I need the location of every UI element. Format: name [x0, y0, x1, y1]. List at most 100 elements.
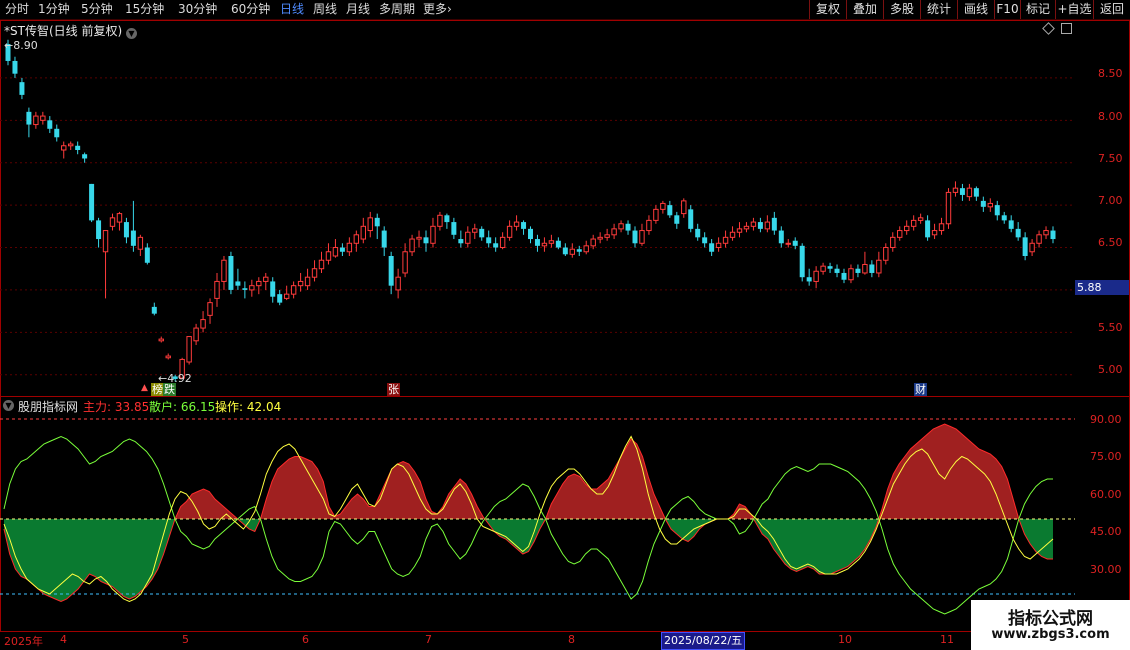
price-tick: 8.00 [1098, 110, 1123, 123]
price-tick: 5.50 [1098, 321, 1123, 334]
candle-body [813, 270, 819, 282]
candle-body [646, 219, 652, 232]
period-more[interactable]: 更多› [423, 1, 452, 18]
candle-body [785, 242, 791, 245]
candle-body [1050, 230, 1056, 240]
candle-body [541, 242, 548, 247]
candle-body [569, 248, 575, 255]
mark-button[interactable]: 标记 [1020, 0, 1055, 19]
watermark-title: 指标公式网 [1008, 609, 1093, 629]
candle-body [667, 205, 673, 216]
candle-body [583, 245, 589, 253]
period-weekly[interactable]: 周线 [313, 1, 337, 18]
candle-body [297, 280, 304, 287]
indicator-tick: 75.00 [1090, 450, 1122, 463]
candle-body [827, 266, 833, 269]
candle-body [465, 231, 471, 244]
candle-body [479, 228, 485, 238]
candle-body [26, 111, 32, 125]
candle-body [1043, 230, 1049, 236]
chevron-right-icon: › [447, 2, 452, 16]
candle-body [437, 214, 443, 227]
overlay-button[interactable]: 叠加 [846, 0, 883, 19]
candle-body [130, 230, 136, 246]
candle-body [102, 230, 109, 253]
candle-body [402, 251, 408, 274]
statistics-button[interactable]: 统计 [920, 0, 957, 19]
candle-body [96, 220, 102, 240]
candle-body [353, 234, 360, 244]
candle-body [158, 338, 164, 342]
candle-body [137, 236, 144, 250]
candle-body [270, 281, 276, 297]
date-label: 11 [940, 633, 954, 646]
candle-body [938, 223, 945, 232]
candle-body [318, 259, 325, 270]
candle-body [715, 242, 722, 249]
date-label: 5 [182, 633, 189, 646]
candle-body [597, 236, 603, 240]
candle-body [493, 243, 499, 248]
candle-body [221, 259, 227, 282]
candle-body [674, 215, 680, 224]
period-60min[interactable]: 60分钟 [231, 1, 270, 18]
candle-body [513, 221, 520, 227]
candle-body [283, 293, 290, 299]
add-watchlist-button[interactable]: +自选 [1055, 0, 1093, 19]
candle-body [89, 183, 95, 221]
indicator-tick: 90.00 [1090, 413, 1122, 426]
candle-body [681, 200, 687, 215]
main-force-above-area [175, 424, 1019, 519]
event-marker-rise[interactable]: 张 [387, 383, 400, 396]
crosshair-date-label: 2025/08/22/五 [661, 632, 746, 650]
candle-body [778, 230, 784, 244]
candle-body [444, 215, 450, 223]
period-more-label: 更多 [423, 2, 448, 16]
price-tick: 6.50 [1098, 236, 1123, 249]
adjust-button[interactable]: 复权 [809, 0, 846, 19]
candle-body [12, 60, 18, 74]
f10-button[interactable]: F10 [994, 0, 1020, 19]
candle-body [736, 228, 743, 233]
event-marker-finance[interactable]: 财 [914, 383, 927, 396]
candle-body [186, 336, 192, 363]
period-multi[interactable]: 多周期 [379, 1, 415, 18]
period-1min[interactable]: 1分钟 [38, 1, 70, 18]
date-label: 6 [302, 633, 309, 646]
candle-body [521, 222, 527, 229]
candle-body [590, 238, 596, 247]
candle-body [917, 217, 924, 221]
period-15min[interactable]: 15分钟 [125, 1, 164, 18]
candle-body [486, 237, 492, 244]
candle-body [33, 115, 39, 126]
indicator-tick: 60.00 [1090, 488, 1122, 501]
candle-body [534, 239, 540, 246]
candle-body [381, 230, 387, 248]
period-monthly[interactable]: 月线 [346, 1, 370, 18]
multi-stock-button[interactable]: 多股 [883, 0, 920, 19]
candle-body [904, 225, 910, 232]
back-button[interactable]: 返回 [1093, 0, 1130, 19]
candle-body [346, 242, 353, 253]
candle-body [75, 145, 81, 150]
candle-body [82, 154, 88, 159]
period-5min[interactable]: 5分钟 [81, 1, 113, 18]
candle-body [862, 263, 868, 274]
candle-body [47, 120, 53, 129]
event-marker-drop[interactable]: 跌 [163, 383, 176, 396]
candle-body [395, 276, 401, 291]
candle-body [499, 236, 506, 249]
candle-body [54, 128, 60, 138]
candle-body [528, 228, 533, 240]
candle-body [207, 302, 213, 316]
candle-body [799, 245, 805, 278]
candle-body [68, 143, 74, 147]
date-axis: 2025年 4 5 6 7 8 10 11 2025/08/22/五 [0, 632, 1130, 650]
period-intraday[interactable]: 分时 [5, 1, 29, 18]
draw-line-button[interactable]: 画线 [957, 0, 994, 19]
period-daily[interactable]: 日线 [280, 1, 304, 18]
candle-body [430, 225, 436, 244]
candle-body [806, 277, 812, 282]
candle-body [611, 228, 617, 236]
period-30min[interactable]: 30分钟 [178, 1, 217, 18]
